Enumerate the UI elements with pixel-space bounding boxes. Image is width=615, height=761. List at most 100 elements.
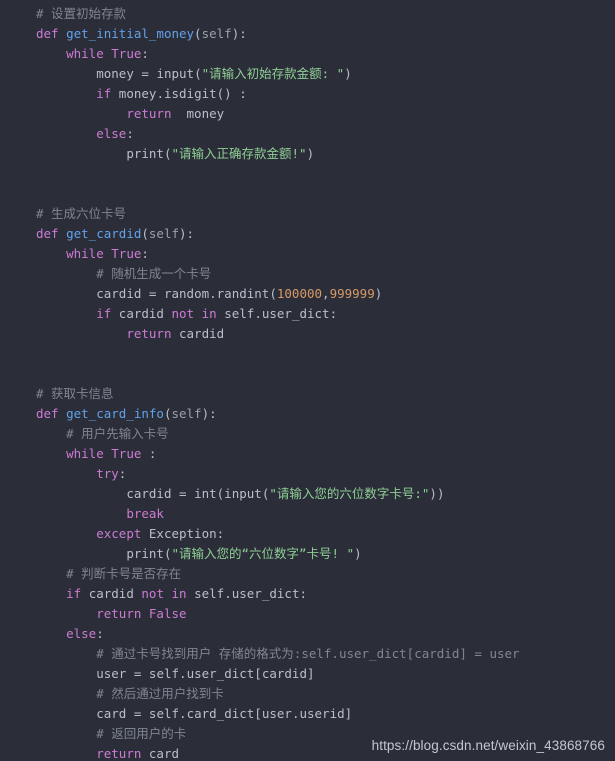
code-token-kw: not [141, 586, 164, 601]
code-token-id: cardid [111, 306, 172, 321]
code-line: try: [0, 464, 615, 484]
code-token-punc: ( [269, 286, 277, 301]
code-token-id: print [126, 546, 164, 561]
code-token-cmt: # 获取卡信息 [36, 386, 114, 401]
code-line: # 用户先输入卡号 [0, 424, 615, 444]
code-token-punc: = [133, 706, 149, 721]
code-token-id: money [171, 106, 225, 121]
code-token-kw: True [111, 246, 142, 261]
code-token-cmt: # 通过卡号找到用户 存储的格式为:self.user_dict[cardid]… [96, 646, 520, 661]
code-line: break [0, 504, 615, 524]
code-line: while True: [0, 44, 615, 64]
code-line: money = input("请输入初始存款金额: ") [0, 64, 615, 84]
code-token-kw: True [111, 46, 142, 61]
code-line: if cardid not in self.user_dict: [0, 584, 615, 604]
code-token-cmt: # 设置初始存款 [36, 6, 127, 21]
code-line: # 判断卡号是否存在 [0, 564, 615, 584]
code-token-punc: : [329, 306, 338, 321]
code-token-punc: : [126, 126, 134, 141]
code-token-punc [59, 406, 67, 421]
code-token-id: cardid [261, 666, 307, 681]
code-token-id: user_dict [231, 586, 300, 601]
code-token-cmt: # 随机生成一个卡号 [96, 266, 212, 281]
code-token-id: randint [216, 286, 270, 301]
code-token-kw: def [36, 226, 59, 241]
code-token-punc: ( [194, 66, 202, 81]
code-token-kw: return [126, 326, 172, 341]
code-token-punc [141, 526, 149, 541]
code-token-kw: return [96, 606, 142, 621]
code-token-str: "请输入正确存款金额!" [171, 146, 307, 161]
code-token-id: user [261, 706, 292, 721]
code-token-id: Exception [148, 526, 217, 541]
code-token-id: money [96, 66, 142, 81]
code-token-kw: if [96, 86, 112, 101]
code-token-cmt: # 用户先输入卡号 [66, 426, 169, 441]
code-token-punc: ) [354, 546, 362, 561]
code-token-punc: ): [201, 406, 217, 421]
code-line: else: [0, 624, 615, 644]
code-token-punc: . [209, 286, 217, 301]
code-token-punc [194, 306, 202, 321]
code-line: return False [0, 604, 615, 624]
code-token-punc: ) [344, 66, 352, 81]
code-token-kw: while [66, 246, 104, 261]
code-token-id: self [216, 306, 255, 321]
code-token-punc: . [179, 706, 187, 721]
code-token-kw: def [36, 406, 59, 421]
code-token-num: 999999 [329, 286, 375, 301]
code-line: card = self.card_dict[user.userid] [0, 704, 615, 724]
code-token-id: card_dict [186, 706, 255, 721]
code-token-kw: else [66, 626, 97, 641]
code-token-kw: while [66, 46, 104, 61]
code-token-punc: ( [194, 26, 202, 41]
code-token-id: userid [299, 706, 345, 721]
code-token-id: print [126, 146, 164, 161]
code-token-punc [59, 226, 67, 241]
code-token-punc: () : [216, 86, 247, 101]
code-token-punc: ) [374, 286, 383, 301]
code-token-num: 100000 [276, 286, 323, 301]
code-token-kw: False [148, 606, 187, 621]
code-token-punc [164, 586, 172, 601]
code-token-id: self [148, 706, 180, 721]
code-block[interactable]: # 设置初始存款 def get_initial_money(self): whi… [0, 0, 615, 761]
code-token-kw: def [36, 26, 59, 41]
code-line: def get_cardid(self): [0, 224, 615, 244]
code-token-self: self [201, 26, 232, 41]
code-token-cmt: # 然后通过用户找到卡 [96, 686, 224, 701]
code-token-id: card [141, 746, 180, 761]
code-line: except Exception: [0, 524, 615, 544]
code-line: cardid = random.randint(100000,999999) [0, 284, 615, 304]
code-line: # 然后通过用户找到卡 [0, 684, 615, 704]
code-token-id: cardid [126, 486, 179, 501]
code-token-self: self [171, 406, 202, 421]
code-token-punc: [ [254, 666, 262, 681]
code-token-punc [141, 606, 149, 621]
code-token-kw: return [126, 106, 172, 121]
code-token-punc: : [141, 46, 149, 61]
code-token-id: cardid [171, 326, 225, 341]
code-token-kw: True [111, 446, 142, 461]
code-line: user = self.user_dict[cardid] [0, 664, 615, 684]
code-token-punc [59, 26, 67, 41]
